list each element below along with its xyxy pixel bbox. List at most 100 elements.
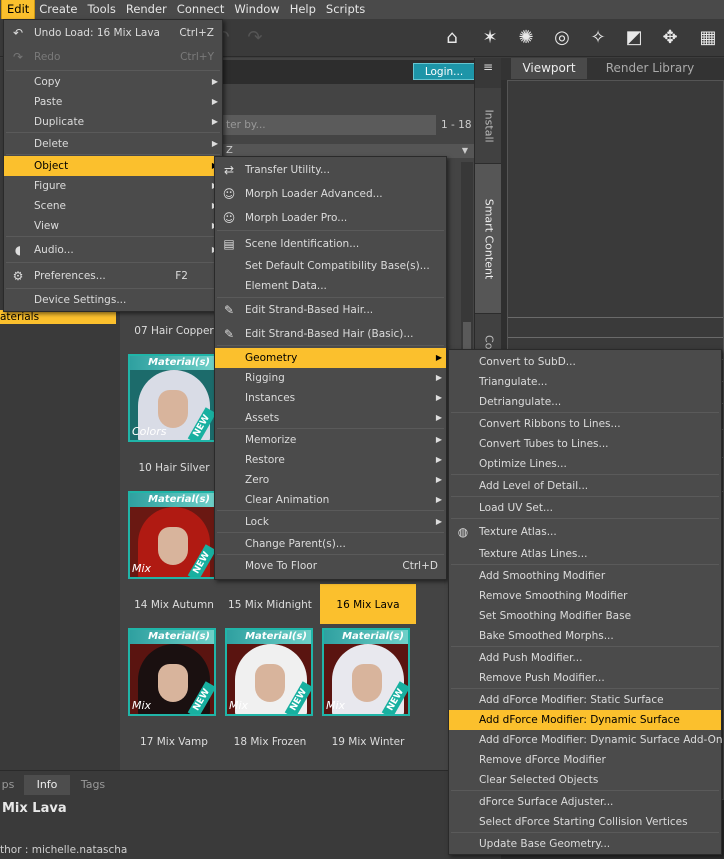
menu-item-compatibility-base[interactable]: Set Default Compatibility Base(s)...	[215, 256, 446, 276]
menu-scripts[interactable]: Scripts	[321, 0, 370, 19]
tab-properties[interactable]: ps	[0, 775, 16, 795]
filter-input[interactable]: ter by...	[222, 115, 436, 135]
product-caption[interactable]: 18 Mix Frozen	[222, 736, 318, 748]
menu-item-copy[interactable]: Copy ▶	[4, 72, 222, 92]
menu-item-detriangulate[interactable]: Detriangulate...	[449, 392, 721, 412]
menu-item-assets[interactable]: Assets ▶	[215, 408, 446, 428]
menu-item-remove-smoothing[interactable]: Remove Smoothing Modifier	[449, 586, 721, 606]
menu-help[interactable]: Help	[285, 0, 321, 19]
id-card-icon: ▤	[223, 237, 235, 251]
menu-item-restore[interactable]: Restore ▶	[215, 450, 446, 470]
menu-tools[interactable]: Tools	[83, 0, 121, 19]
product-caption-selected[interactable]: 16 Mix Lava	[320, 599, 416, 611]
menu-item-triangulate[interactable]: Triangulate...	[449, 372, 721, 392]
menu-connect[interactable]: Connect	[172, 0, 230, 19]
product-caption[interactable]: 19 Mix Winter	[320, 736, 416, 748]
light-icon[interactable]: ✶	[478, 26, 502, 50]
menu-bar: Edit Create Tools Render Connect Window …	[0, 0, 724, 20]
menu-edit[interactable]: Edit	[0, 0, 36, 20]
undo-icon: ↶	[12, 26, 24, 40]
menu-item-paste[interactable]: Paste ▶	[4, 92, 222, 112]
menu-item-instances[interactable]: Instances ▶	[215, 388, 446, 408]
menu-item-memorize[interactable]: Memorize ▶	[215, 430, 446, 450]
materials-category[interactable]: aterials	[0, 310, 116, 324]
menu-item-add-smoothing[interactable]: Add Smoothing Modifier	[449, 566, 721, 586]
menu-item-move-to-floor[interactable]: Move To Floor Ctrl+D	[215, 556, 446, 576]
tab-viewport[interactable]: Viewport	[511, 58, 587, 79]
menu-window[interactable]: Window	[229, 0, 284, 19]
product-caption[interactable]: 10 Hair Silver	[126, 462, 222, 474]
product-thumbnail[interactable]: Material(s) Colors NEW	[128, 354, 216, 442]
target-icon[interactable]: ◎	[550, 26, 574, 50]
panel-menu-icon[interactable]: ≡	[480, 60, 496, 74]
menu-item-dforce-static[interactable]: Add dForce Modifier: Static Surface	[449, 690, 721, 710]
menu-item-dforce-surface-adjuster[interactable]: dForce Surface Adjuster...	[449, 792, 721, 812]
menu-item-remove-push[interactable]: Remove Push Modifier...	[449, 668, 721, 688]
menu-item-device-settings[interactable]: Device Settings...	[4, 290, 222, 310]
menu-item-figure[interactable]: Figure▶	[4, 176, 222, 196]
tab-render-library[interactable]: Render Library	[593, 58, 707, 79]
eraser-icon[interactable]: ◩	[622, 26, 646, 50]
product-thumbnail[interactable]: Material(s) Mix NEW	[128, 628, 216, 716]
menu-item-texture-atlas[interactable]: ◍ Texture Atlas...	[449, 522, 721, 542]
menu-item-preferences[interactable]: ⚙ Preferences... F2	[4, 266, 222, 286]
menu-item-dforce-dynamic-addon[interactable]: Add dForce Modifier: Dynamic Surface Add…	[449, 730, 723, 750]
tab-install[interactable]: Install	[475, 88, 502, 164]
menu-item-edit-strand-hair-basic[interactable]: ✎ Edit Strand-Based Hair (Basic)...	[215, 324, 446, 344]
product-caption[interactable]: 07 Hair Copper	[126, 325, 222, 337]
menu-item-geometry[interactable]: Geometry ▶	[215, 348, 446, 368]
menu-item-add-lod[interactable]: Add Level of Detail...	[449, 476, 721, 496]
menu-item-remove-dforce[interactable]: Remove dForce Modifier	[449, 750, 721, 770]
menu-item-edit-strand-hair[interactable]: ✎ Edit Strand-Based Hair...	[215, 300, 446, 320]
menu-render[interactable]: Render	[121, 0, 172, 19]
menu-item-load-uv-set[interactable]: Load UV Set...	[449, 498, 721, 518]
menu-create[interactable]: Create	[34, 0, 82, 19]
camera-icon[interactable]: ⌂	[440, 26, 464, 50]
menu-item-duplicate[interactable]: Duplicate ▶	[4, 112, 222, 132]
menu-item-lock[interactable]: Lock ▶	[215, 512, 446, 532]
menu-item-transfer-utility[interactable]: ⇄ Transfer Utility...	[215, 160, 446, 180]
menu-item-convert-subd[interactable]: Convert to SubD...	[449, 352, 721, 372]
menu-item-change-parent[interactable]: Change Parent(s)...	[215, 534, 446, 554]
product-thumbnail[interactable]: Material(s) Mix NEW	[128, 491, 216, 579]
menu-item-bake-smoothed[interactable]: Bake Smoothed Morphs...	[449, 626, 721, 646]
grid-icon[interactable]: ▦	[696, 26, 720, 50]
menu-item-convert-ribbons[interactable]: Convert Ribbons to Lines...	[449, 414, 721, 434]
menu-item-clear-selected-objects[interactable]: Clear Selected Objects	[449, 770, 721, 790]
menu-item-element-data[interactable]: Element Data...	[215, 276, 446, 296]
menu-item-dforce-collision-vertices[interactable]: Select dForce Starting Collision Vertice…	[449, 812, 721, 832]
product-caption[interactable]: 17 Mix Vamp	[126, 736, 222, 748]
tab-info[interactable]: Info	[24, 775, 70, 795]
menu-item-scene-identification[interactable]: ▤ Scene Identification...	[215, 234, 446, 254]
login-button[interactable]: Login...	[413, 63, 475, 80]
menu-item-morph-loader-advanced[interactable]: ☺ Morph Loader Advanced...	[215, 184, 446, 204]
menu-item-rigging[interactable]: Rigging ▶	[215, 368, 446, 388]
menu-item-texture-atlas-lines[interactable]: Texture Atlas Lines...	[449, 544, 721, 564]
menu-item-set-smoothing-base[interactable]: Set Smoothing Modifier Base	[449, 606, 721, 626]
redo-icon[interactable]: ↷	[243, 26, 267, 50]
menu-item-view[interactable]: View▶	[4, 216, 222, 236]
menu-item-clear-animation[interactable]: Clear Animation ▶	[215, 490, 446, 510]
menu-item-undo[interactable]: ↶ Undo Load: 16 Mix Lava Ctrl+Z	[4, 23, 222, 43]
menu-item-audio[interactable]: ◖Audio...▶	[4, 240, 222, 260]
menu-item-object[interactable]: Object▶	[4, 156, 222, 176]
menu-item-optimize-lines[interactable]: Optimize Lines...	[449, 454, 721, 474]
tab-tags[interactable]: Tags	[70, 775, 116, 795]
menu-item-add-push[interactable]: Add Push Modifier...	[449, 648, 721, 668]
product-thumbnail[interactable]: Material(s) Mix NEW	[225, 628, 313, 716]
spotlight-icon[interactable]: ✺	[514, 26, 538, 50]
orbit-icon[interactable]: ✥	[658, 26, 682, 50]
menu-item-redo[interactable]: ↷ Redo Ctrl+Y	[4, 47, 222, 67]
menu-item-convert-tubes[interactable]: Convert Tubes to Lines...	[449, 434, 721, 454]
product-caption[interactable]: 15 Mix Midnight	[222, 599, 318, 611]
tab-smart-content[interactable]: Smart Content	[475, 164, 502, 314]
menu-item-scene[interactable]: Scene▶	[4, 196, 222, 216]
product-caption[interactable]: 14 Mix Autumn	[126, 599, 222, 611]
menu-item-dforce-dynamic[interactable]: Add dForce Modifier: Dynamic Surface	[449, 710, 721, 730]
menu-item-delete[interactable]: Delete ▶	[4, 134, 222, 154]
sparkle-icon[interactable]: ✧	[586, 26, 610, 50]
menu-item-update-base-geometry[interactable]: Update Base Geometry...	[449, 834, 721, 854]
product-thumbnail[interactable]: Material(s) Mix NEW	[322, 628, 410, 716]
menu-item-zero[interactable]: Zero ▶	[215, 470, 446, 490]
menu-item-morph-loader-pro[interactable]: ☺ Morph Loader Pro...	[215, 208, 446, 228]
